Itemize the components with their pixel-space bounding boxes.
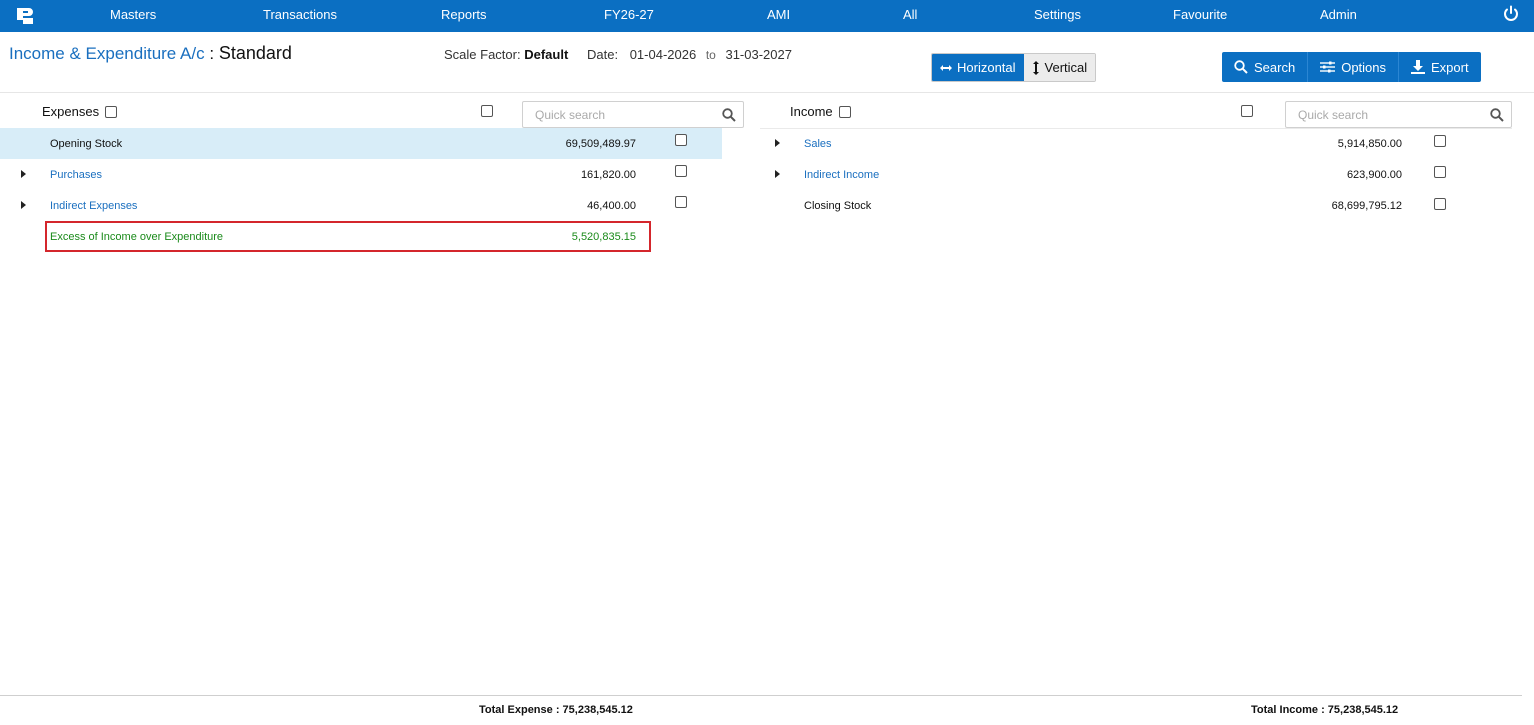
expenses-heading-label: Expenses — [42, 104, 100, 119]
row-label[interactable]: Sales — [804, 138, 832, 150]
table-row[interactable]: Sales 5,914,850.00 — [760, 128, 1512, 159]
expenses-quick-search — [522, 101, 744, 128]
nav-favourite[interactable]: Favourite — [1173, 0, 1227, 32]
income-heading-label: Income — [790, 104, 833, 119]
row-amount: 46,400.00 — [587, 199, 636, 212]
date-label: Date: — [587, 47, 619, 62]
sliders-icon — [1320, 61, 1336, 73]
row-amount: 623,900.00 — [1346, 168, 1402, 181]
nav-settings[interactable]: Settings — [1034, 0, 1081, 32]
vertical-button[interactable]: Vertical — [1023, 54, 1096, 81]
total-expense: Total Expense : 75,238,545.12 — [479, 704, 633, 716]
total-income: Total Income : 75,238,545.12 — [1251, 704, 1399, 716]
income-heading: Income — [790, 104, 851, 119]
nav-ami[interactable]: AMI — [767, 0, 790, 32]
highlight-outline — [45, 221, 651, 252]
row-checkbox[interactable] — [675, 196, 687, 208]
nav-fiscal-year[interactable]: FY26-27 — [604, 0, 654, 32]
horizontal-label: Horizontal — [957, 60, 1016, 75]
report-title: Income & Expenditure A/c — [9, 44, 205, 63]
view-toggle: Horizontal Vertical — [931, 53, 1097, 82]
income-select-all-checkbox[interactable] — [838, 105, 851, 118]
horizontal-arrows-icon — [940, 64, 952, 71]
table-row[interactable]: Purchases 161,820.00 — [0, 159, 722, 190]
nav-all[interactable]: All — [903, 0, 917, 32]
income-quick-search — [1285, 101, 1512, 128]
power-icon[interactable] — [1502, 5, 1520, 23]
table-row[interactable]: Opening Stock 69,509,489.97 — [0, 128, 722, 159]
row-label[interactable]: Indirect Expenses — [50, 200, 137, 212]
table-row[interactable]: Indirect Expenses 46,400.00 — [0, 190, 722, 221]
search-icon[interactable] — [722, 108, 736, 122]
row-checkbox[interactable] — [675, 134, 687, 146]
options-button[interactable]: Options — [1308, 52, 1400, 82]
table-row[interactable]: Closing Stock 68,699,795.12 — [760, 190, 1512, 221]
expenses-search-input[interactable] — [523, 102, 713, 127]
expenses-column-checkbox[interactable] — [481, 105, 493, 117]
expenses-heading: Expenses — [42, 104, 118, 119]
scale-label: Scale Factor: — [444, 47, 521, 62]
row-checkbox[interactable] — [1434, 135, 1446, 147]
nav-admin[interactable]: Admin — [1320, 0, 1357, 32]
row-label[interactable]: Purchases — [50, 169, 102, 181]
row-checkbox[interactable] — [675, 165, 687, 177]
horizontal-button[interactable]: Horizontal — [932, 54, 1024, 81]
search-button[interactable]: Search — [1222, 52, 1309, 82]
download-icon — [1411, 60, 1426, 74]
date-from[interactable]: 01-04-2026 — [630, 47, 697, 62]
row-amount: 161,820.00 — [580, 168, 636, 181]
vertical-arrows-icon — [1032, 60, 1039, 75]
title-separator: : — [209, 44, 215, 63]
table-row[interactable]: Indirect Income 623,900.00 — [760, 159, 1512, 190]
row-label: Closing Stock — [804, 199, 872, 212]
search-label: Search — [1254, 59, 1296, 75]
date-to[interactable]: 31-03-2027 — [725, 47, 792, 62]
header-divider — [0, 92, 1534, 93]
date-range: Date: 01-04-2026 to 31-03-2027 — [587, 47, 792, 62]
expand-caret-icon[interactable] — [775, 139, 780, 147]
vertical-label: Vertical — [1044, 60, 1088, 75]
nav-reports[interactable]: Reports — [441, 0, 487, 32]
search-icon[interactable] — [1490, 108, 1504, 122]
row-label[interactable]: Indirect Income — [804, 169, 879, 181]
options-label: Options — [1341, 59, 1387, 75]
top-nav: Masters Transactions Reports FY26-27 AMI… — [0, 0, 1534, 32]
income-column-checkbox[interactable] — [1241, 105, 1253, 117]
page-title: Income & Expenditure A/c : Standard — [9, 43, 292, 64]
action-toolbar: Search Options Export — [1222, 52, 1481, 82]
nav-masters[interactable]: Masters — [110, 0, 156, 32]
row-checkbox[interactable] — [1434, 166, 1446, 178]
row-label: Opening Stock — [50, 137, 123, 150]
date-to-label: to — [705, 48, 716, 62]
expenses-select-all-checkbox[interactable] — [105, 105, 118, 118]
nav-transactions[interactable]: Transactions — [263, 0, 337, 32]
expand-caret-icon[interactable] — [21, 201, 26, 209]
scale-factor: Scale Factor: Default — [444, 47, 568, 62]
row-amount: 69,509,489.97 — [565, 137, 636, 150]
export-button[interactable]: Export — [1399, 52, 1481, 82]
income-search-input[interactable] — [1286, 102, 1481, 127]
expand-caret-icon[interactable] — [21, 170, 26, 178]
row-amount: 5,914,850.00 — [1337, 137, 1402, 150]
expand-caret-icon[interactable] — [775, 170, 780, 178]
search-icon — [1234, 60, 1248, 74]
export-label: Export — [1431, 59, 1469, 75]
row-amount: 68,699,795.12 — [1331, 199, 1402, 212]
report-variant: Standard — [218, 43, 292, 63]
footer-divider — [0, 695, 1522, 696]
app-logo-icon[interactable] — [15, 6, 35, 26]
row-checkbox[interactable] — [1434, 198, 1446, 210]
scale-value: Default — [524, 47, 569, 62]
